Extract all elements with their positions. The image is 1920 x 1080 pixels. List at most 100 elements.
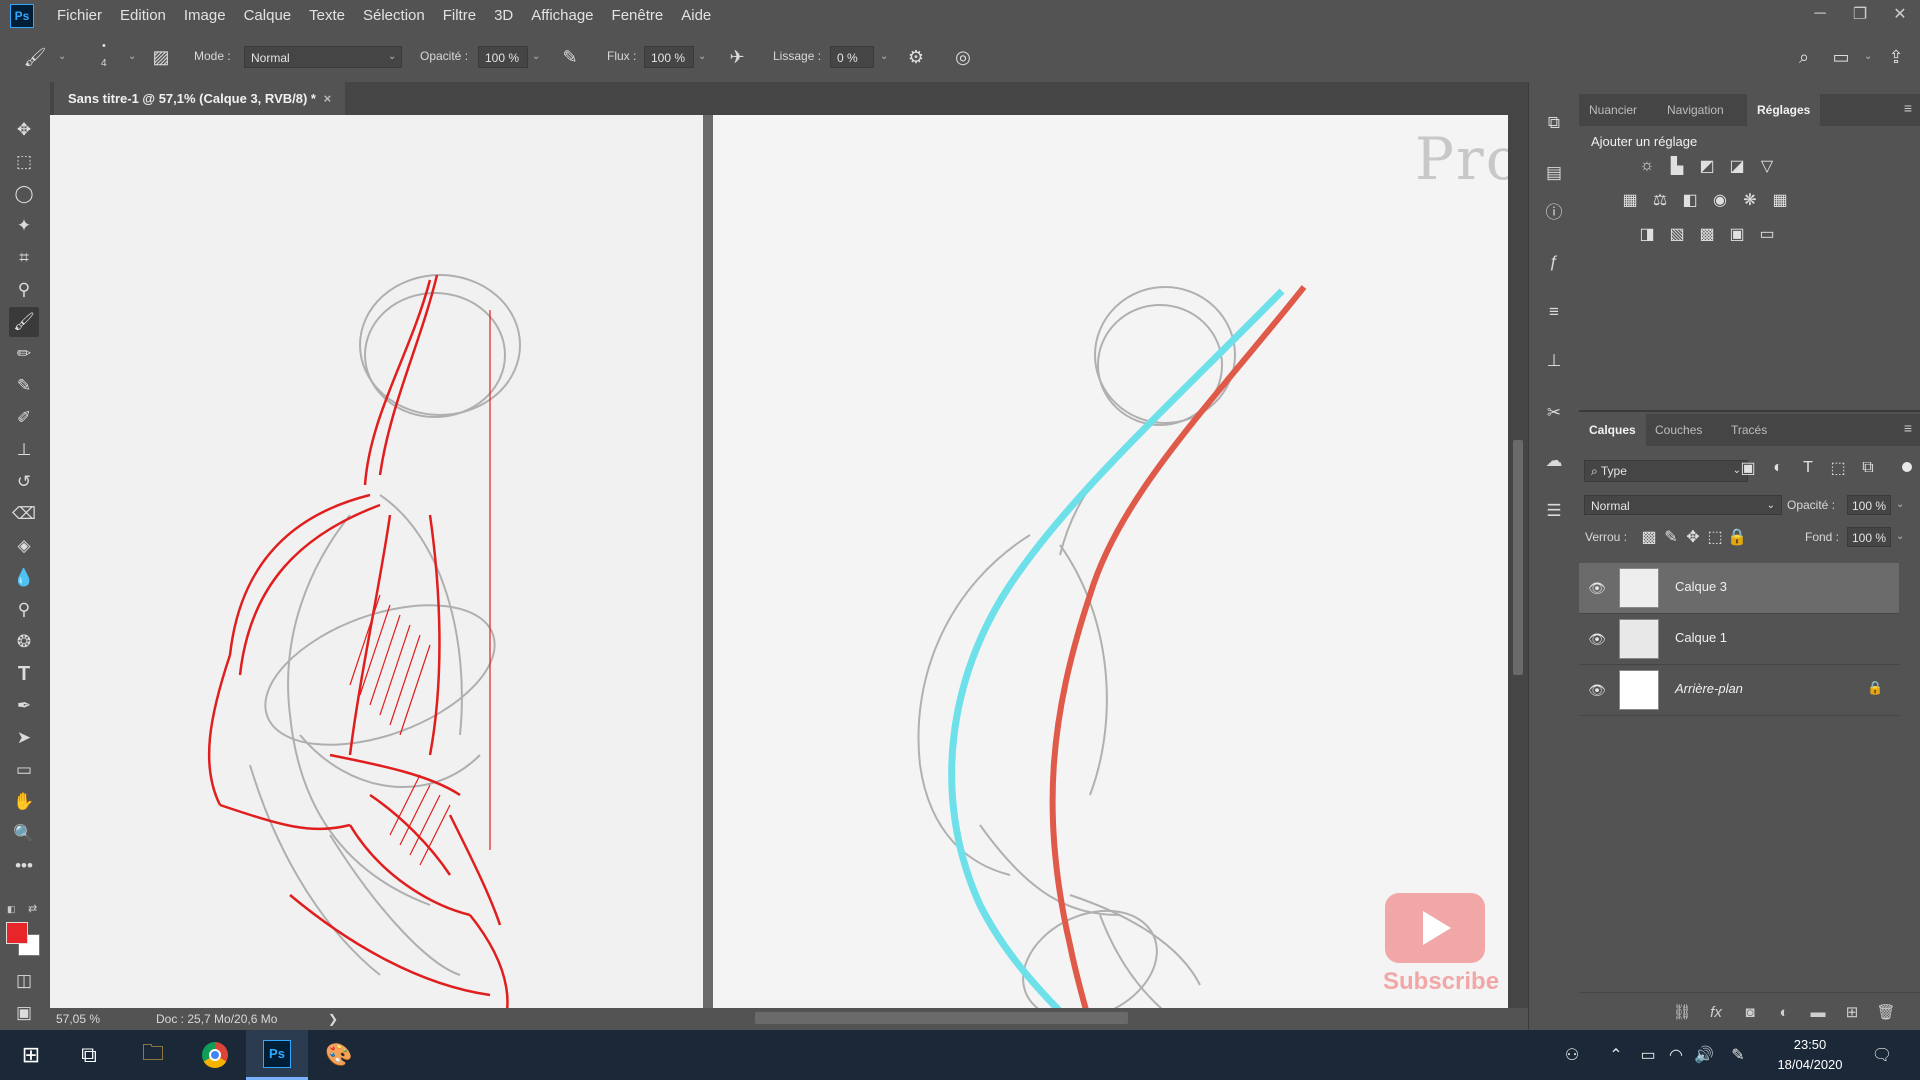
- chevron-down-icon[interactable]: ⌄: [880, 51, 888, 62]
- color-lookup-icon[interactable]: ▦: [1769, 189, 1791, 211]
- selective-color-icon[interactable]: ▣: [1726, 223, 1748, 245]
- marquee-tool-icon[interactable]: ⬚: [9, 147, 39, 177]
- layer-row[interactable]: 👁 Arrière-plan 🔒: [1579, 665, 1899, 716]
- lock-position-icon[interactable]: ✥: [1682, 526, 1704, 548]
- horizontal-scroll-thumb[interactable]: [755, 1012, 1128, 1024]
- paint-bucket-tool-icon[interactable]: ◈: [9, 531, 39, 561]
- gear-icon[interactable]: ⚙: [903, 44, 929, 70]
- path-selection-tool-icon[interactable]: ➤: [9, 723, 39, 753]
- status-menu-arrow-icon[interactable]: ❯: [328, 1012, 338, 1026]
- eye-icon[interactable]: 👁: [1587, 629, 1607, 649]
- channel-mixer-icon[interactable]: ❋: [1739, 189, 1761, 211]
- panel-menu-icon[interactable]: ≡: [1904, 100, 1912, 116]
- brush-preset-icon[interactable]: 🖌: [22, 44, 48, 70]
- new-group-icon[interactable]: ▬: [1807, 1001, 1829, 1023]
- vibrance-icon[interactable]: ▽: [1756, 155, 1778, 177]
- filter-toggle[interactable]: [1902, 462, 1912, 472]
- layer-row[interactable]: 👁 Calque 1: [1579, 614, 1899, 665]
- exposure-icon[interactable]: ◪: [1726, 155, 1748, 177]
- eye-icon[interactable]: 👁: [1587, 578, 1607, 598]
- more-tools-icon[interactable]: •••: [9, 851, 39, 881]
- link-layers-icon[interactable]: ⛓: [1671, 1001, 1693, 1023]
- lock-artboard-icon[interactable]: ⬚: [1704, 526, 1726, 548]
- fx-icon[interactable]: fx: [1705, 1001, 1727, 1023]
- filter-smart-icon[interactable]: ⧉: [1857, 457, 1879, 479]
- fx-panel-icon[interactable]: ƒ: [1541, 249, 1567, 275]
- panel-menu-icon[interactable]: ≡: [1904, 420, 1912, 436]
- filter-type-icon[interactable]: T: [1797, 457, 1819, 479]
- menu-edition[interactable]: Edition: [111, 0, 175, 32]
- add-mask-icon[interactable]: ◙: [1739, 1001, 1761, 1023]
- mixer-brush-tool-icon[interactable]: ✐: [9, 403, 39, 433]
- paint-app-icon[interactable]: 🎨: [308, 1030, 370, 1080]
- opacity-field[interactable]: 100 %: [478, 46, 528, 68]
- tab-nuancier[interactable]: Nuancier: [1579, 94, 1647, 126]
- move-tool-icon[interactable]: ✥: [9, 115, 39, 145]
- vertical-scroll-thumb[interactable]: [1513, 440, 1523, 675]
- cloud-panel-icon[interactable]: ☁: [1541, 448, 1567, 474]
- magic-wand-tool-icon[interactable]: ✦: [9, 211, 39, 241]
- layer-opacity-field[interactable]: 100 %: [1847, 495, 1891, 515]
- menu-3d[interactable]: 3D: [485, 0, 522, 32]
- menu-filtre[interactable]: Filtre: [434, 0, 485, 32]
- filter-adjustment-icon[interactable]: ◐: [1767, 457, 1789, 479]
- swap-colors-icon[interactable]: ⇄: [28, 902, 37, 915]
- chevron-down-icon[interactable]: ⌄: [698, 51, 706, 62]
- filter-pixel-icon[interactable]: ▣: [1737, 457, 1759, 479]
- eyedropper-tool-icon[interactable]: ⚲: [9, 275, 39, 305]
- clone-source-panel-icon[interactable]: ⊥: [1541, 348, 1567, 374]
- lock-transparency-icon[interactable]: ▩: [1638, 526, 1660, 548]
- pressure-opacity-icon[interactable]: ✎: [557, 44, 583, 70]
- chevron-down-icon[interactable]: ⌄: [1896, 531, 1904, 542]
- minimize-icon[interactable]: ─: [1800, 0, 1840, 28]
- tab-navigation[interactable]: Navigation: [1657, 94, 1734, 126]
- volume-icon[interactable]: 🔊: [1692, 1044, 1716, 1066]
- pen-workspace-icon[interactable]: ✎: [1726, 1044, 1750, 1066]
- filter-shape-icon[interactable]: ⬚: [1827, 457, 1849, 479]
- menu-aide[interactable]: Aide: [672, 0, 720, 32]
- menu-fichier[interactable]: Fichier: [48, 0, 111, 32]
- history-panel-icon[interactable]: ⧉: [1541, 110, 1567, 136]
- color-balance-icon[interactable]: ⚖: [1649, 189, 1671, 211]
- mode-select[interactable]: Normal: [244, 46, 402, 68]
- threshold-icon[interactable]: ▩: [1696, 223, 1718, 245]
- invert-icon[interactable]: ◨: [1636, 223, 1658, 245]
- windows-start-icon[interactable]: ⊞: [0, 1030, 62, 1080]
- trash-icon[interactable]: 🗑: [1875, 1001, 1897, 1023]
- menu-fenetre[interactable]: Fenêtre: [603, 0, 673, 32]
- tab-traces[interactable]: Tracés: [1721, 414, 1777, 446]
- hue-saturation-icon[interactable]: ▦: [1619, 189, 1641, 211]
- notification-icon[interactable]: 🗨: [1870, 1044, 1894, 1066]
- sponge-tool-icon[interactable]: ❂: [9, 627, 39, 657]
- zoom-tool-icon[interactable]: 🔍: [9, 819, 39, 849]
- airbrush-icon[interactable]: ✈: [724, 44, 750, 70]
- lock-all-icon[interactable]: 🔒: [1726, 526, 1748, 548]
- task-view-icon[interactable]: ⧉: [58, 1030, 120, 1080]
- history-brush-tool-icon[interactable]: ↺: [9, 467, 39, 497]
- photoshop-taskbar-icon[interactable]: Ps: [246, 1030, 308, 1080]
- levels-icon[interactable]: ▙: [1666, 155, 1688, 177]
- people-icon[interactable]: ⚇: [1560, 1044, 1584, 1066]
- stamp-tool-icon[interactable]: ⊥: [9, 435, 39, 465]
- menu-selection[interactable]: Sélection: [354, 0, 434, 32]
- pen-tool-icon[interactable]: ✒: [9, 691, 39, 721]
- brightness-icon[interactable]: ☼: [1636, 155, 1658, 177]
- clock-time[interactable]: 23:50: [1770, 1037, 1850, 1052]
- canvas[interactable]: Proko Subscribe: [50, 115, 1508, 1008]
- black-white-icon[interactable]: ◧: [1679, 189, 1701, 211]
- tab-calques[interactable]: Calques: [1579, 414, 1646, 446]
- close-tab-icon[interactable]: ×: [324, 91, 332, 106]
- search-icon[interactable]: ⌕: [1791, 44, 1817, 70]
- file-explorer-icon[interactable]: 🗀: [122, 1030, 184, 1080]
- brushes-panel-icon[interactable]: ≡: [1541, 299, 1567, 325]
- pencil-tool-icon[interactable]: ✏: [9, 339, 39, 369]
- curves-icon[interactable]: ◩: [1696, 155, 1718, 177]
- color-replacement-tool-icon[interactable]: ✎: [9, 371, 39, 401]
- chevron-down-icon[interactable]: ⌄: [128, 51, 136, 62]
- new-layer-icon[interactable]: ⊞: [1841, 1001, 1863, 1023]
- hand-tool-icon[interactable]: ✋: [9, 787, 39, 817]
- layer-filter-select[interactable]: ⌕ Type ⌄: [1584, 460, 1748, 482]
- pressure-size-icon[interactable]: ◎: [950, 44, 976, 70]
- properties-panel-icon[interactable]: ☰: [1541, 498, 1567, 524]
- chevron-up-icon[interactable]: ⌃: [1604, 1044, 1628, 1066]
